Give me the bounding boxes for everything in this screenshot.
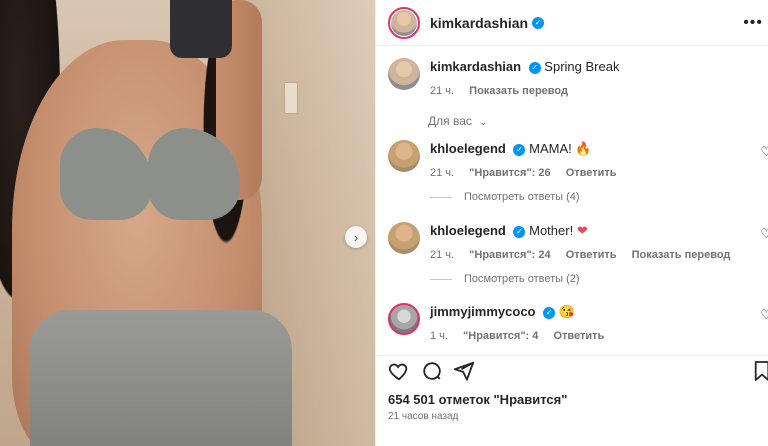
verified-badge-icon: ✓ [513, 143, 526, 156]
comment-like-heart-icon[interactable]: ♡ [760, 307, 768, 323]
caption-meta: 21 ч. Показать перевод [430, 82, 619, 100]
comment: khloelegend ✓ Mother! ❤ 21 ч. "Нравится"… [388, 222, 768, 264]
red-heart-emoji: ❤ [576, 223, 588, 238]
comment-body: khloelegend ✓ Mother! ❤ 21 ч. "Нравится"… [430, 222, 742, 264]
view-replies-label: Посмотреть ответы (4) [464, 191, 580, 203]
more-horizontal-icon[interactable]: ••• [743, 14, 763, 32]
comment-text: MAMA! [529, 141, 572, 156]
verified-badge-icon: ✓ [528, 61, 541, 74]
replies-divider [430, 278, 452, 280]
verified-badge-icon: ✓ [513, 225, 526, 238]
comment-avatar[interactable] [388, 222, 420, 254]
translate-link[interactable]: Показать перевод [469, 85, 568, 97]
comment-meta: 1 ч. "Нравится": 4 Ответить [430, 327, 616, 345]
author-username[interactable]: kimkardashian [430, 15, 528, 31]
sort-label: Для вас [428, 114, 472, 128]
likes-count[interactable]: 654 501 отметок "Нравится" [388, 392, 567, 407]
author-avatar[interactable] [388, 6, 420, 39]
post-side-panel: kimkardashian ✓ ••• kimkardashian ✓ Spri… [375, 0, 768, 446]
heart-icon[interactable] [388, 360, 410, 382]
caption-time[interactable]: 21 ч. [430, 85, 454, 97]
reply-button[interactable]: Ответить [553, 330, 604, 342]
comment-likes[interactable]: "Нравится": 24 [469, 249, 550, 261]
comment-time: 21 ч. [430, 249, 455, 261]
chevron-right-icon: › [353, 229, 359, 245]
fire-emoji: 🔥 [575, 141, 592, 156]
sarong [30, 310, 292, 446]
wall-outlet [284, 82, 298, 114]
post-timestamp: 21 часов назад [388, 411, 459, 422]
view-replies-button[interactable]: Посмотреть ответы (4) [430, 191, 580, 203]
verified-badge-icon: ✓ [543, 306, 556, 319]
comment-meta: 21 ч. "Нравится": 24 Ответить Показать п… [430, 246, 742, 264]
comment-like-heart-icon[interactable]: ♡ [760, 144, 768, 160]
comment-text: Mother! [529, 223, 574, 238]
share-icon[interactable] [453, 360, 475, 382]
post-caption: kimkardashian ✓ Spring Break 21 ч. Показ… [388, 58, 619, 100]
comment-body: jimmyjimmycoco ✓ 😘 1 ч. "Нравится": 4 От… [430, 303, 616, 345]
comment-avatar[interactable] [388, 140, 420, 172]
comment-likes[interactable]: "Нравится": 26 [469, 167, 550, 179]
post-image[interactable]: › [0, 0, 375, 446]
reply-button[interactable]: Ответить [566, 249, 617, 261]
comment-time: 21 ч. [430, 167, 455, 179]
post-actions: 654 501 отметок "Нравится" 21 часов наза… [376, 355, 768, 446]
comment-sort-dropdown[interactable]: Для вас ⌄ [428, 114, 488, 128]
caption-body: kimkardashian ✓ Spring Break 21 ч. Показ… [430, 58, 619, 100]
phone [170, 0, 232, 58]
caption-text: Spring Break [544, 59, 620, 74]
comment-username[interactable]: jimmyjimmycoco [430, 304, 536, 319]
bookmark-icon[interactable] [751, 360, 768, 382]
view-replies-label: Посмотреть ответы (2) [464, 273, 580, 285]
comment-icon[interactable] [421, 360, 443, 382]
comment-username[interactable]: khloelegend [430, 223, 506, 238]
comment-like-heart-icon[interactable]: ♡ [760, 226, 768, 242]
kiss-emoji: 😘 [558, 304, 575, 319]
comment: jimmyjimmycoco ✓ 😘 1 ч. "Нравится": 4 От… [388, 303, 768, 345]
comment-username[interactable]: khloelegend [430, 141, 506, 156]
comment-avatar[interactable] [388, 303, 420, 335]
chevron-down-icon: ⌄ [479, 117, 488, 128]
comment-likes[interactable]: "Нравится": 4 [463, 330, 538, 342]
caption-avatar[interactable] [388, 58, 420, 90]
comment: khloelegend ✓ MAMA! 🔥 21 ч. "Нравится": … [388, 140, 768, 182]
view-replies-button[interactable]: Посмотреть ответы (2) [430, 273, 580, 285]
post-header: kimkardashian ✓ ••• [376, 0, 768, 46]
verified-badge-icon: ✓ [532, 16, 545, 29]
reply-button[interactable]: Ответить [566, 167, 617, 179]
caption-username[interactable]: kimkardashian [430, 59, 521, 74]
carousel-next-button[interactable]: › [345, 226, 367, 248]
comment-time: 1 ч. [430, 330, 448, 342]
replies-divider [430, 196, 452, 198]
comment-meta: 21 ч. "Нравится": 26 Ответить [430, 164, 629, 182]
comment-body: khloelegend ✓ MAMA! 🔥 21 ч. "Нравится": … [430, 140, 629, 182]
translate-link[interactable]: Показать перевод [632, 249, 731, 261]
